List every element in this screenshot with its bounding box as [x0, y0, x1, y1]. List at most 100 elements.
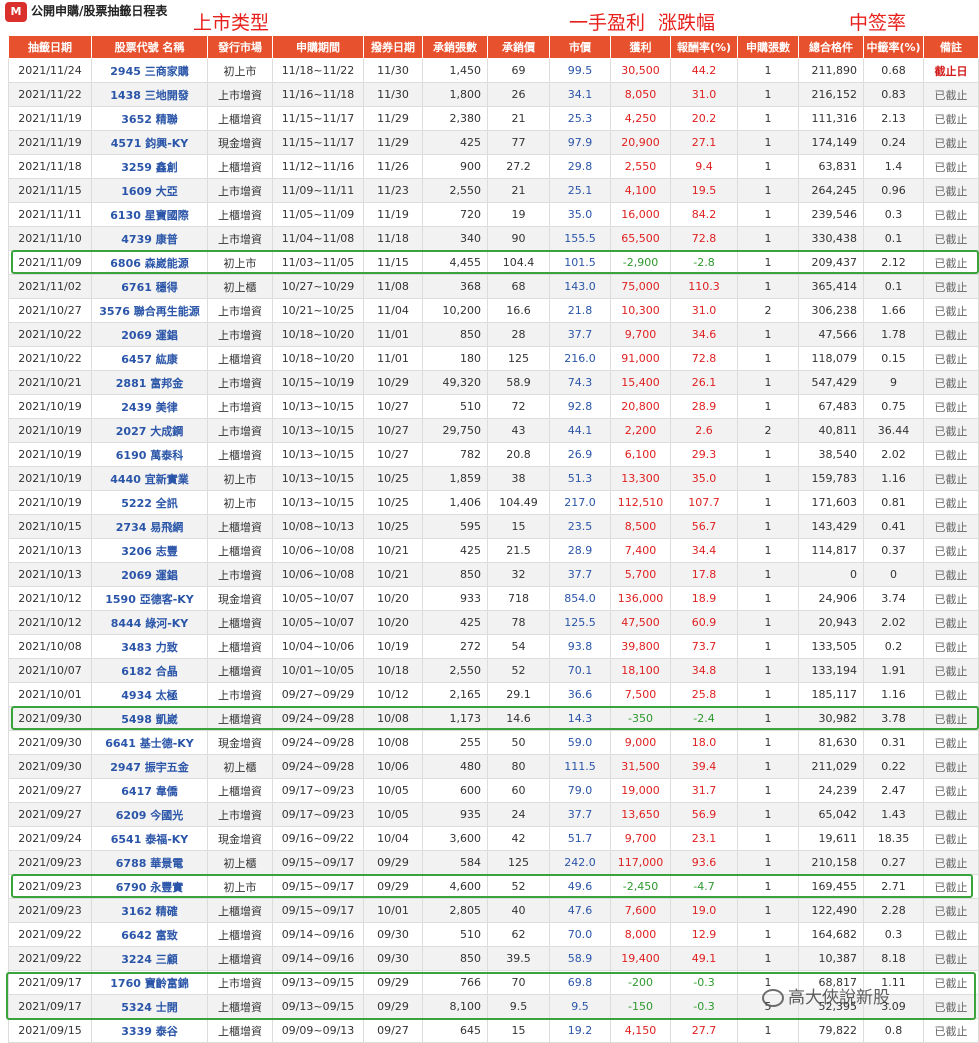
stock-name-link[interactable]: 3259 鑫創 — [91, 154, 208, 179]
stock-name-link[interactable]: 5498 凱崴 — [91, 706, 208, 731]
stock-name-link[interactable]: 3339 泰谷 — [91, 1018, 208, 1043]
allotment-date: 11/01 — [363, 346, 423, 371]
stock-name-link[interactable]: 6209 今國光 — [91, 802, 208, 827]
stock-name-link[interactable]: 2945 三商家購 — [91, 58, 208, 83]
stock-name-link[interactable]: 1760 寶齡富錦 — [91, 970, 208, 995]
subscription-qty: 1 — [737, 898, 799, 923]
market-type: 上市增資 — [207, 322, 273, 347]
column-header[interactable]: 股票代號 名稱 — [91, 35, 208, 59]
market-type: 上市增資 — [207, 418, 273, 443]
stock-name-link[interactable]: 4571 鈞興-KY — [91, 130, 208, 155]
profit: 9,000 — [610, 730, 671, 755]
win-rate: 0.27 — [863, 850, 924, 875]
stock-name-link[interactable]: 3652 精聯 — [91, 106, 208, 131]
stock-name-link[interactable]: 6788 華景電 — [91, 850, 208, 875]
stock-name-link[interactable]: 5222 全訊 — [91, 490, 208, 515]
stock-name-link[interactable]: 6190 萬泰科 — [91, 442, 208, 467]
stock-name-link[interactable]: 1590 亞德客-KY — [91, 586, 208, 611]
market-price: 25.1 — [549, 178, 611, 203]
stock-name-link[interactable]: 3162 精確 — [91, 898, 208, 923]
return-rate: -0.3 — [670, 994, 738, 1019]
stock-name-link[interactable]: 2734 易飛網 — [91, 514, 208, 539]
column-header[interactable]: 承銷價 — [487, 35, 550, 59]
stock-name-link[interactable]: 1438 三地開發 — [91, 82, 208, 107]
table-row: 2021/10/19 5222 全訊 初上市 10/13~10/15 10/25 1,40… — [8, 490, 979, 515]
stock-name-link[interactable]: 2027 大成鋼 — [91, 418, 208, 443]
subscription-qty: 1 — [737, 1018, 799, 1043]
stock-name-link[interactable]: 6790 永豐實 — [91, 874, 208, 899]
column-header[interactable]: 承銷張數 — [422, 35, 488, 59]
profit: 20,800 — [610, 394, 671, 419]
stock-name-link[interactable]: 2069 運錩 — [91, 322, 208, 347]
column-header[interactable]: 抽籤日期 — [8, 35, 92, 59]
stock-name-link[interactable]: 3224 三顧 — [91, 946, 208, 971]
stock-name-link[interactable]: 6130 星寶國際 — [91, 202, 208, 227]
stock-name-link[interactable]: 2881 富邦金 — [91, 370, 208, 395]
stock-name-link[interactable]: 8444 綠河-KY — [91, 610, 208, 635]
return-rate: 39.4 — [670, 754, 738, 779]
draw-date: 2021/10/15 — [8, 514, 92, 539]
subscription-period: 10/06~10/08 — [272, 562, 364, 587]
allotment-date: 10/21 — [363, 538, 423, 563]
stock-name-link[interactable]: 6541 泰福-KY — [91, 826, 208, 851]
stock-name-link[interactable]: 3206 志豐 — [91, 538, 208, 563]
profit: 31,500 — [610, 754, 671, 779]
column-header[interactable]: 獲利 — [610, 35, 671, 59]
stock-name-link[interactable]: 6642 富致 — [91, 922, 208, 947]
profit: 16,000 — [610, 202, 671, 227]
stock-name-link[interactable]: 6417 韋僑 — [91, 778, 208, 803]
stock-name-link[interactable]: 2947 振宇五金 — [91, 754, 208, 779]
stock-name-link[interactable]: 4440 宜新實業 — [91, 466, 208, 491]
status: 已截止 — [923, 682, 979, 707]
column-header[interactable]: 市價 — [549, 35, 611, 59]
stock-name-link[interactable]: 3576 聯合再生能源 — [91, 298, 208, 323]
column-header[interactable]: 申購期間 — [272, 35, 364, 59]
market-type: 上櫃增資 — [207, 346, 273, 371]
market-type: 上市增資 — [207, 82, 273, 107]
return-rate: 27.7 — [670, 1018, 738, 1043]
subscription-period: 09/09~09/13 — [272, 1018, 364, 1043]
stock-name-link[interactable]: 6806 森崴能源 — [91, 250, 208, 275]
status: 已截止 — [923, 514, 979, 539]
underwriting-qty: 935 — [422, 802, 488, 827]
market-type: 上櫃增資 — [207, 610, 273, 635]
stock-name-link[interactable]: 2439 美律 — [91, 394, 208, 419]
column-header[interactable]: 報酬率(%) — [670, 35, 738, 59]
column-header[interactable]: 總合格件 — [798, 35, 864, 59]
stock-name-link[interactable]: 6182 合晶 — [91, 658, 208, 683]
annotation-change: 涨跌幅 — [658, 12, 716, 34]
column-header[interactable]: 發行市場 — [207, 35, 273, 59]
status: 已截止 — [923, 274, 979, 299]
underwriting-qty: 49,320 — [422, 370, 488, 395]
underwriting-qty: 1,450 — [422, 58, 488, 83]
table-row: 2021/09/30 6641 基士德-KY 現金增資 09/24~09/28 10/0… — [8, 730, 979, 755]
stock-name-link[interactable]: 6457 紘康 — [91, 346, 208, 371]
stock-name-link[interactable]: 6641 基士德-KY — [91, 730, 208, 755]
market-price: 25.3 — [549, 106, 611, 131]
stock-name-link[interactable]: 1609 大亞 — [91, 178, 208, 203]
table-row: 2021/10/01 4934 太極 上市增資 09/27~09/29 10/12 2,1… — [8, 682, 979, 707]
stock-name-link[interactable]: 2069 運錩 — [91, 562, 208, 587]
market-price: 19.2 — [549, 1018, 611, 1043]
stock-name-link[interactable]: 4739 康普 — [91, 226, 208, 251]
stock-name-link[interactable]: 3483 力致 — [91, 634, 208, 659]
return-rate: 84.2 — [670, 202, 738, 227]
profit: 8,500 — [610, 514, 671, 539]
column-header[interactable]: 撥券日期 — [363, 35, 423, 59]
underwriting-price: 20.8 — [487, 442, 550, 467]
market-type: 上市增資 — [207, 178, 273, 203]
market-type: 現金增資 — [207, 586, 273, 611]
column-header[interactable]: 備註 — [923, 35, 979, 59]
column-header[interactable]: 中籤率(%) — [863, 35, 924, 59]
profit: 4,150 — [610, 1018, 671, 1043]
qualified-count: 38,540 — [798, 442, 864, 467]
market-type: 上櫃增資 — [207, 1018, 273, 1043]
column-header[interactable]: 申購張數 — [737, 35, 799, 59]
stock-name-link[interactable]: 4934 太極 — [91, 682, 208, 707]
win-rate: 0.31 — [863, 730, 924, 755]
stock-name-link[interactable]: 5324 士開 — [91, 994, 208, 1019]
allotment-date: 11/29 — [363, 130, 423, 155]
stock-name-link[interactable]: 6761 穩得 — [91, 274, 208, 299]
qualified-count: 365,414 — [798, 274, 864, 299]
draw-date: 2021/11/24 — [8, 58, 92, 83]
